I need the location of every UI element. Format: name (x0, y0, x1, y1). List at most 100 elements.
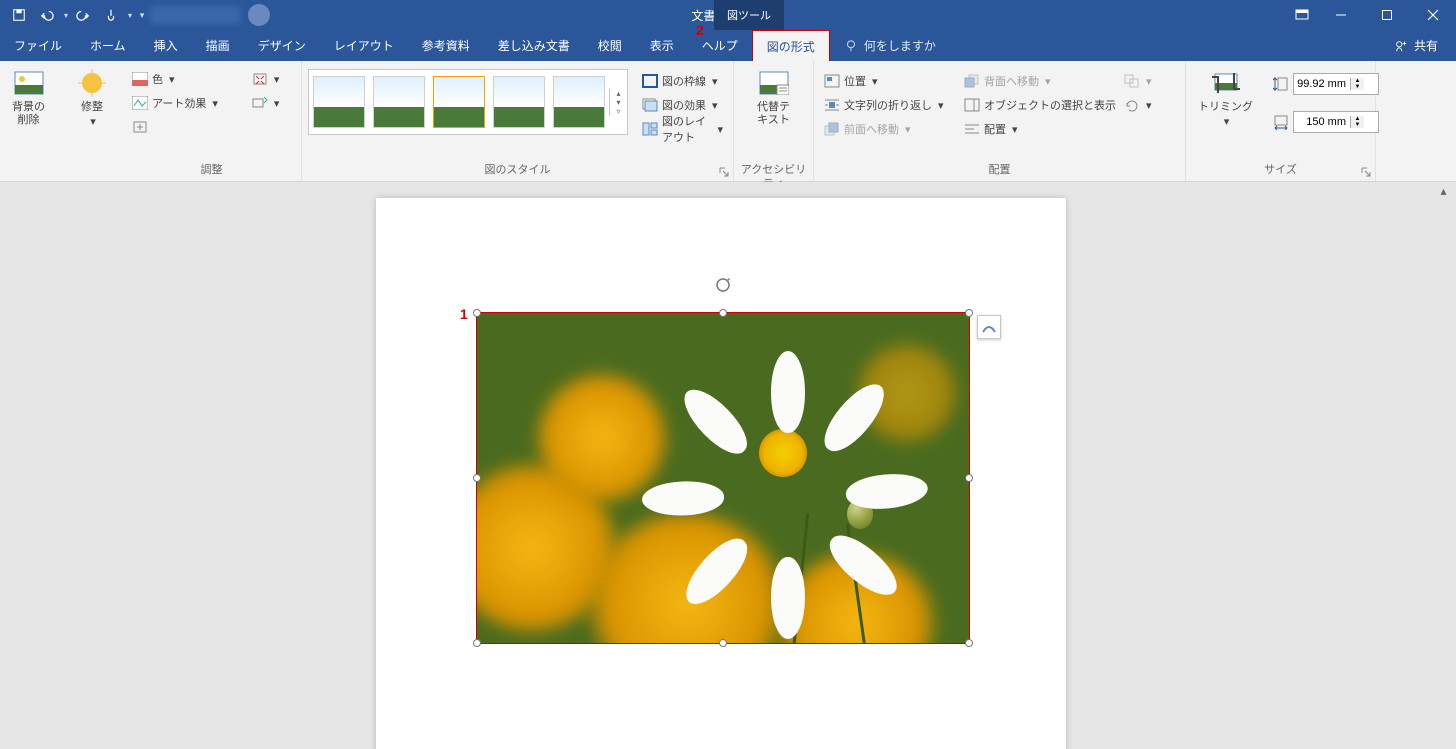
styles-group-label: 図のスタイル (308, 163, 727, 181)
style-thumb-3[interactable] (433, 76, 485, 128)
style-thumb-2[interactable] (373, 76, 425, 128)
customize-qat-button[interactable]: ▾ (134, 2, 150, 28)
width-input[interactable]: ▲▼ (1293, 111, 1379, 133)
selection-pane-button[interactable]: オブジェクトの選択と表示 (960, 93, 1120, 117)
selected-image[interactable] (476, 312, 970, 644)
touch-dropdown[interactable]: ▾ (128, 11, 132, 20)
style-thumb-4[interactable] (493, 76, 545, 128)
reset-icon (132, 119, 148, 135)
style-thumb-5[interactable] (553, 76, 605, 128)
undo-button[interactable] (34, 2, 60, 28)
handle-n[interactable] (719, 309, 727, 317)
tab-mailings[interactable]: 差し込み文書 (484, 30, 584, 61)
height-input[interactable]: ▲▼ (1293, 73, 1379, 95)
save-button[interactable] (6, 2, 32, 28)
picture-border-button[interactable]: 図の枠線▾ (638, 69, 727, 93)
tell-me-search[interactable]: 何をしますか (830, 30, 936, 61)
corrections-button[interactable]: 修整 ▾ (70, 65, 114, 131)
tab-view[interactable]: 表示 (636, 30, 688, 61)
contextual-tab-header: 図ツール (714, 0, 784, 30)
tab-review[interactable]: 校閲 (584, 30, 636, 61)
tab-draw[interactable]: 描画 (192, 30, 244, 61)
border-label: 図の枠線 (662, 73, 706, 89)
remove-background-button[interactable]: 背景の 削除 (6, 65, 51, 129)
handle-se[interactable] (965, 639, 973, 647)
quick-access-toolbar: ▾ ▾ ▾ (0, 2, 150, 28)
handle-w[interactable] (473, 474, 481, 482)
color-button[interactable]: 色▾ (128, 67, 222, 91)
group-objects-button[interactable]: ▾ (1120, 69, 1156, 93)
tab-insert[interactable]: 挿入 (140, 30, 192, 61)
forward-icon (824, 121, 840, 137)
height-field[interactable] (1294, 78, 1350, 90)
rotate-handle[interactable] (713, 275, 733, 295)
width-down[interactable]: ▼ (1351, 122, 1364, 128)
tab-references[interactable]: 参考資料 (408, 30, 484, 61)
send-backward-button[interactable]: 背面へ移動▾ (960, 69, 1120, 93)
document-area[interactable]: 1 (0, 182, 1456, 749)
ribbon-tabs: ファイル ホーム 挿入 描画 デザイン レイアウト 参考資料 差し込み文書 校閲… (0, 30, 1456, 61)
undo-dropdown[interactable]: ▾ (64, 11, 68, 20)
wrap-text-button[interactable]: 文字列の折り返し▾ (820, 93, 960, 117)
account-area[interactable] (150, 4, 276, 26)
share-button[interactable]: 共有 (1394, 30, 1456, 61)
width-field[interactable] (1294, 116, 1350, 128)
alt-text-button[interactable]: 代替テ キスト (751, 65, 796, 129)
close-button[interactable] (1410, 0, 1456, 30)
compress-pictures-button[interactable]: ▾ (248, 67, 284, 91)
ribbon: 背景の 削除 修整 ▾ 色▾ アート効果▾ (0, 61, 1456, 182)
effects-label: 図の効果 (662, 97, 706, 113)
reset-picture-button[interactable] (128, 115, 222, 139)
handle-s[interactable] (719, 639, 727, 647)
border-icon (642, 73, 658, 89)
artistic-label: アート効果 (152, 95, 206, 111)
tab-design[interactable]: デザイン (244, 30, 320, 61)
scroll-up-button[interactable]: ▴ (1435, 182, 1452, 199)
ribbon-display-options-button[interactable] (1286, 0, 1318, 30)
styles-launcher-icon[interactable] (719, 167, 729, 177)
tab-file[interactable]: ファイル (0, 30, 76, 61)
handle-ne[interactable] (965, 309, 973, 317)
handle-nw[interactable] (473, 309, 481, 317)
tab-home[interactable]: ホーム (76, 30, 140, 61)
selection-pane-icon (964, 97, 980, 113)
maximize-button[interactable] (1364, 0, 1410, 30)
position-button[interactable]: 位置▾ (820, 69, 960, 93)
account-avatar-icon[interactable] (248, 4, 270, 26)
handle-sw[interactable] (473, 639, 481, 647)
align-icon (964, 121, 980, 137)
corrections-icon (76, 67, 108, 99)
lightbulb-icon (844, 39, 858, 53)
size-group-label: サイズ (1192, 163, 1369, 181)
picture-layout-button[interactable]: 図のレイアウト▾ (638, 117, 727, 141)
crop-label: トリミング (1198, 101, 1253, 114)
adjust-group-label: 調整 (128, 163, 295, 181)
change-picture-icon (252, 95, 268, 111)
size-launcher-icon[interactable] (1361, 167, 1371, 177)
rotate-button[interactable]: ▾ (1120, 93, 1156, 117)
gallery-more[interactable]: ▴▾▿ (609, 89, 627, 116)
layout-options-button[interactable] (977, 315, 1001, 339)
minimize-button[interactable] (1318, 0, 1364, 30)
forward-label: 前面へ移動 (844, 121, 899, 137)
redo-button[interactable] (70, 2, 96, 28)
handle-e[interactable] (965, 474, 973, 482)
touch-mode-button[interactable] (98, 2, 124, 28)
height-down[interactable]: ▼ (1351, 84, 1364, 90)
tab-picture-format[interactable]: 図の形式 (752, 30, 830, 61)
bring-forward-button[interactable]: 前面へ移動▾ (820, 117, 960, 141)
tab-layout[interactable]: レイアウト (320, 30, 408, 61)
width-icon (1273, 114, 1289, 130)
account-name-blurred (150, 6, 240, 24)
title-bar: ▾ ▾ ▾ 文書 1 - Word 図ツール 2 (0, 0, 1456, 30)
crop-icon (1210, 67, 1242, 99)
page[interactable]: 1 (376, 198, 1066, 749)
layout-label: 図のレイアウト (662, 113, 711, 145)
crop-button[interactable]: トリミング ▾ (1192, 65, 1259, 131)
change-picture-button[interactable]: ▾ (248, 91, 284, 115)
share-icon (1394, 39, 1408, 53)
artistic-effects-button[interactable]: アート効果▾ (128, 91, 222, 115)
picture-styles-gallery[interactable]: ▴▾▿ (308, 69, 628, 135)
align-button[interactable]: 配置▾ (960, 117, 1120, 141)
style-thumb-1[interactable] (313, 76, 365, 128)
